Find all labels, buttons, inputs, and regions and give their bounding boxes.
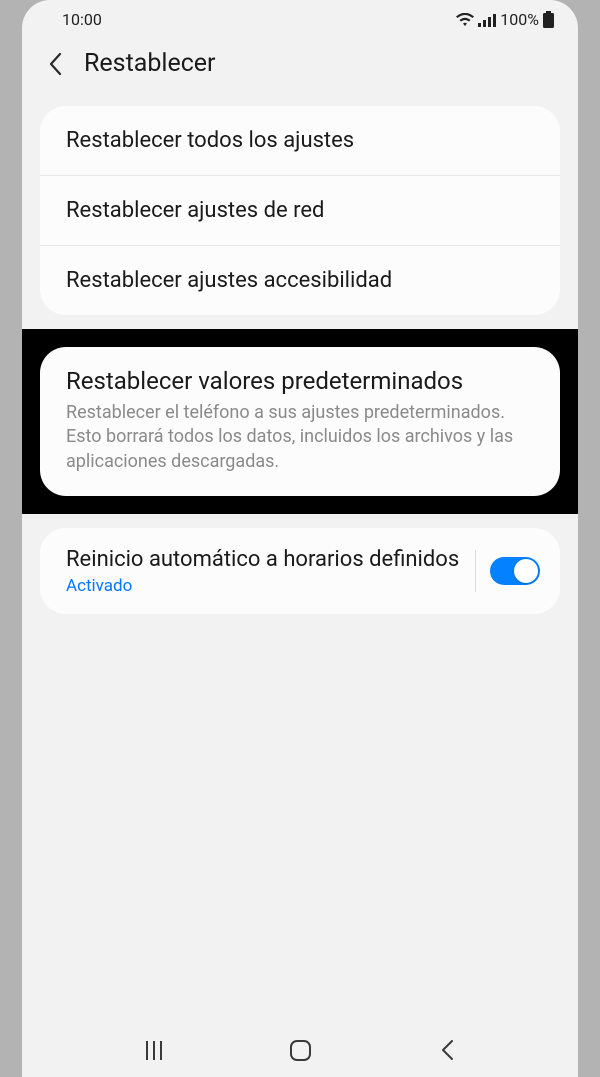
switch-thumb xyxy=(514,559,538,583)
highlighted-section: Restablecer valores predeterminados Rest… xyxy=(22,329,578,514)
page-title: Restablecer xyxy=(84,49,216,78)
factory-reset-item[interactable]: Restablecer valores predeterminados Rest… xyxy=(40,347,560,496)
nav-recents-button[interactable] xyxy=(146,1041,162,1060)
back-icon[interactable] xyxy=(48,52,62,76)
page-header: Restablecer xyxy=(22,35,578,98)
status-bar: 10:00 100% xyxy=(22,0,578,35)
auto-restart-content: Reinicio automático a horarios definidos… xyxy=(66,546,475,597)
factory-reset-title: Restablecer valores predeterminados xyxy=(66,367,534,395)
factory-reset-description: Restablecer el teléfono a sus ajustes pr… xyxy=(66,401,534,474)
battery-icon xyxy=(543,11,554,28)
wifi-icon xyxy=(456,13,474,27)
status-right: 100% xyxy=(456,10,554,29)
reset-options-card: Restablecer todos los ajustes Restablece… xyxy=(40,106,560,315)
list-item-label: Restablecer ajustes accesibilidad xyxy=(66,268,534,293)
battery-percentage: 100% xyxy=(500,10,539,29)
status-time: 10:00 xyxy=(62,10,102,29)
auto-restart-toggle[interactable] xyxy=(490,557,540,585)
toggle-switch-container xyxy=(475,550,540,592)
reset-accessibility-settings-item[interactable]: Restablecer ajustes accesibilidad xyxy=(40,246,560,315)
auto-restart-item[interactable]: Reinicio automático a horarios definidos… xyxy=(40,528,560,615)
auto-restart-title: Reinicio automático a horarios definidos xyxy=(66,546,475,575)
nav-home-button[interactable] xyxy=(290,1040,311,1061)
reset-all-settings-item[interactable]: Restablecer todos los ajustes xyxy=(40,106,560,176)
auto-restart-status: Activado xyxy=(66,576,475,596)
list-item-label: Restablecer ajustes de red xyxy=(66,198,534,223)
reset-network-settings-item[interactable]: Restablecer ajustes de red xyxy=(40,176,560,246)
nav-back-button[interactable] xyxy=(440,1039,454,1061)
signal-icon xyxy=(478,13,496,27)
navigation-bar xyxy=(22,1039,578,1061)
list-item-label: Restablecer todos los ajustes xyxy=(66,128,534,153)
phone-screen: 10:00 100% Restablecer Restab xyxy=(22,0,578,1077)
